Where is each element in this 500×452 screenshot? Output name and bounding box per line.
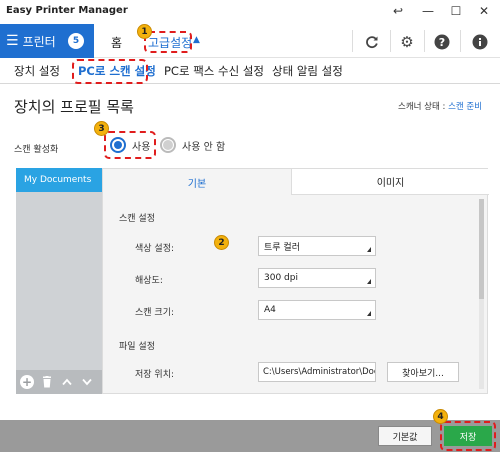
add-profile-icon[interactable]: + bbox=[20, 375, 34, 389]
scanner-status-label: 스캐너 상태 : bbox=[398, 102, 449, 112]
scrollbar-thumb[interactable] bbox=[479, 199, 484, 299]
browse-button[interactable]: 찾아보기... bbox=[387, 362, 459, 382]
scan-settings-heading: 스캔 설정 bbox=[119, 214, 155, 224]
printer-count-badge: 5 bbox=[68, 33, 84, 49]
info-icon[interactable] bbox=[470, 32, 490, 52]
scan-size-label: 스캔 크기: bbox=[135, 308, 175, 318]
move-down-icon[interactable] bbox=[77, 372, 97, 392]
default-button[interactable]: 기본값 bbox=[378, 426, 432, 446]
toolbar-divider bbox=[424, 30, 425, 52]
help-icon[interactable]: ? bbox=[432, 32, 452, 52]
scan-size-select[interactable]: A4 bbox=[258, 300, 376, 320]
refresh-icon[interactable] bbox=[362, 32, 382, 52]
svg-text:?: ? bbox=[439, 36, 445, 49]
annotation-highlight-use bbox=[104, 131, 156, 159]
tab-image[interactable]: 이미지 bbox=[291, 169, 489, 195]
annotation-badge-3: 3 bbox=[94, 121, 109, 136]
tab-alert-settings[interactable]: 상태 알림 설정 bbox=[272, 63, 343, 79]
back-icon[interactable]: ↩ bbox=[384, 0, 412, 22]
resolution-select[interactable]: 300 dpi bbox=[258, 268, 376, 288]
save-location-field[interactable]: C:\Users\Administrator\Documents bbox=[258, 362, 376, 382]
main-toolbar: ☰ 프린터 5 홈 고급설정 ▲ ⚙ ? bbox=[0, 24, 500, 58]
scan-size-value: A4 bbox=[264, 305, 276, 315]
settings-scrollbar[interactable] bbox=[479, 199, 484, 389]
toolbar-divider bbox=[390, 30, 391, 52]
radio-disable-label: 사용 안 함 bbox=[182, 141, 226, 153]
dropdown-caret-icon bbox=[367, 247, 371, 252]
tab-device-settings[interactable]: 장치 설정 bbox=[14, 63, 60, 79]
printer-tab[interactable]: ☰ 프린터 5 bbox=[0, 24, 94, 58]
move-up-icon[interactable] bbox=[57, 372, 77, 392]
file-settings-heading: 파일 설정 bbox=[119, 342, 155, 352]
radio-enable-disable[interactable]: 사용 안 함 bbox=[160, 137, 225, 153]
delete-profile-icon[interactable] bbox=[37, 372, 57, 392]
maximize-icon[interactable]: ☐ bbox=[442, 0, 470, 22]
scanner-status-value: 스캔 준비 bbox=[448, 102, 483, 112]
scanner-status: 스캐너 상태 : 스캔 준비 bbox=[398, 100, 482, 112]
settings-subtabs: 장치 설정 PC로 스캔 설정 PC로 팩스 수신 설정 상태 알림 설정 bbox=[0, 58, 500, 84]
app-title: Easy Printer Manager bbox=[6, 5, 128, 16]
easy-printer-manager-window: Easy Printer Manager ↩ — ☐ ✕ ☰ 프린터 5 홈 고… bbox=[0, 0, 500, 452]
page-title: 장치의 프로필 목록 bbox=[14, 98, 134, 116]
caret-up-icon: ▲ bbox=[193, 35, 200, 45]
annotation-badge-2: 2 bbox=[214, 235, 229, 250]
annotation-badge-4: 4 bbox=[433, 409, 448, 424]
dropdown-caret-icon bbox=[367, 279, 371, 284]
profile-item-my-documents[interactable]: My Documents bbox=[16, 168, 102, 192]
printer-tab-label: 프린터 bbox=[22, 34, 56, 49]
title-bar: Easy Printer Manager ↩ — ☐ ✕ bbox=[0, 0, 500, 24]
profile-list: My Documents bbox=[16, 168, 102, 394]
toolbar-divider bbox=[460, 30, 461, 52]
color-setting-value: 트루 컬러 bbox=[264, 242, 300, 253]
tab-fax-to-pc[interactable]: PC로 팩스 수신 설정 bbox=[164, 63, 264, 79]
list-icon: ☰ bbox=[6, 33, 19, 49]
save-location-label: 저장 위치: bbox=[135, 370, 175, 380]
close-icon[interactable]: ✕ bbox=[470, 0, 498, 22]
annotation-badge-1: 1 bbox=[137, 24, 152, 39]
toolbar-divider bbox=[352, 30, 353, 52]
color-setting-label: 색상 설정: bbox=[135, 244, 175, 254]
color-setting-select[interactable]: 트루 컬러 bbox=[258, 236, 376, 256]
profile-list-tools: + bbox=[16, 370, 102, 394]
tab-basic[interactable]: 기본 bbox=[103, 169, 291, 195]
home-link[interactable]: 홈 bbox=[111, 34, 122, 51]
dropdown-caret-icon bbox=[367, 311, 371, 316]
gear-icon[interactable]: ⚙ bbox=[397, 32, 417, 52]
resolution-value: 300 dpi bbox=[264, 273, 298, 283]
radio-button-off[interactable] bbox=[160, 137, 176, 153]
annotation-highlight-save bbox=[440, 421, 496, 451]
settings-tabs: 기본 이미지 bbox=[103, 169, 489, 195]
profile-settings-panel: 기본 이미지 스캔 설정 색상 설정: 트루 컬러 2 해상도: 300 dpi… bbox=[102, 168, 489, 394]
minimize-icon[interactable]: — bbox=[414, 0, 442, 22]
resolution-label: 해상도: bbox=[135, 276, 163, 286]
annotation-highlight-scan-tab bbox=[72, 59, 148, 84]
scan-enable-label: 스캔 활성화 bbox=[14, 145, 59, 155]
